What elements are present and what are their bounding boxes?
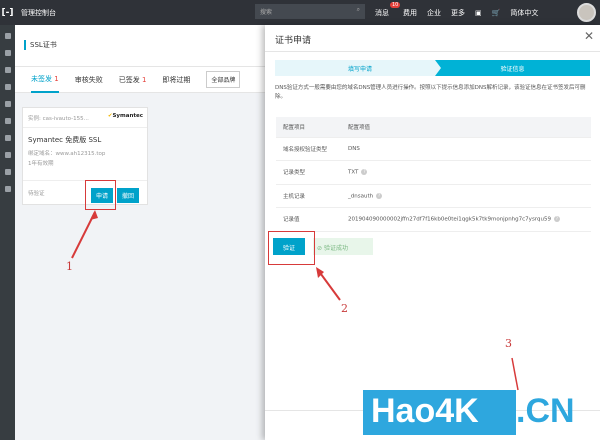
config-value: _dnsauth: [348, 193, 374, 199]
page-header: SSL证书: [15, 25, 265, 67]
search-icon[interactable]: ⌕: [357, 6, 360, 14]
database-icon[interactable]: [4, 169, 11, 175]
instance-id: 实例: cas-ivauto-155...: [28, 116, 89, 122]
config-key: 记录值: [276, 207, 341, 232]
config-key: 记录类型: [276, 160, 341, 185]
cart-icon[interactable]: 🛒: [492, 9, 501, 17]
column-header: 配置项目: [276, 117, 341, 138]
globe-icon[interactable]: [4, 152, 11, 158]
annotation-box-1: [85, 180, 116, 210]
circle-icon[interactable]: [4, 186, 11, 192]
grid-icon[interactable]: [4, 33, 11, 39]
cloud-icon[interactable]: [4, 84, 11, 90]
table-row: 记录值 201904090000002jffn27df7f16kb0e0tei1q…: [276, 207, 591, 232]
tab-expiring[interactable]: 即将过期: [162, 75, 190, 85]
table-row: 域名授权验证类型 DNS: [276, 137, 591, 161]
nav-enterprise[interactable]: 企业: [427, 8, 441, 18]
sidebar: [0, 25, 15, 440]
nav-more[interactable]: 更多: [451, 8, 465, 18]
symantec-logo: ✔Symantec: [107, 113, 143, 119]
tab-label: 已签发: [118, 75, 140, 84]
verify-success-message: ⊘ 验证成功: [313, 238, 373, 255]
tab-failed[interactable]: 审核失败: [75, 75, 103, 85]
config-key: 主机记录: [276, 184, 341, 208]
annotation-label-2: 2: [341, 302, 348, 315]
console-title[interactable]: 管理控制台: [21, 8, 56, 18]
search-input[interactable]: 搜索 ⌕: [255, 4, 365, 19]
annotation-box-2: [268, 231, 315, 265]
check-circle-icon: ⊘: [317, 245, 323, 252]
terminal-icon[interactable]: ▣: [475, 9, 482, 17]
annotation-label-1: 1: [66, 260, 73, 273]
panel-title: 证书申请: [275, 36, 312, 46]
config-value[interactable]: 201904090000002jffn27df7f16kb0e0tei1qgk5…: [348, 217, 551, 223]
tab-issued[interactable]: 已签发 1: [119, 75, 147, 85]
table-row: 记录类型 TXT?: [276, 160, 591, 185]
status-tabs: 未签发 1 审核失败 已签发 1 即将过期 全部品牌: [15, 67, 265, 93]
tab-count: 1: [54, 74, 59, 83]
help-icon[interactable]: ?: [376, 192, 383, 199]
step-fill-application: 填写申请: [275, 60, 445, 76]
dns-description: DNS验证方式一般需要由您的域名DNS管理人员进行操作。按照以下提示信息添加DN…: [275, 85, 586, 100]
config-value: TXT: [348, 169, 359, 176]
tag-icon[interactable]: [4, 67, 11, 73]
nav-billing[interactable]: 费用: [403, 8, 417, 18]
page-title: SSL证书: [24, 40, 57, 50]
withdraw-button[interactable]: 撤回: [117, 188, 139, 203]
share-icon[interactable]: [4, 118, 11, 124]
server-icon[interactable]: [4, 101, 11, 107]
validity: 1年有效期: [28, 161, 54, 167]
tab-count: 1: [141, 75, 147, 84]
table-row: 主机记录 _dnsauth?: [276, 184, 591, 208]
logo-icon[interactable]: [-]: [0, 8, 15, 18]
brand-filter-select[interactable]: 全部品牌: [206, 71, 241, 88]
watermark-logo: Hao4K: [363, 390, 516, 435]
tab-unissued[interactable]: 未签发 1: [31, 67, 59, 93]
annotation-label-3: 3: [505, 337, 512, 350]
step-verify-info: 验证信息: [435, 60, 590, 76]
certificate-title: Symantec 免费版 SSL: [28, 136, 102, 144]
top-bar: [-] 管理控制台 搜索 ⌕ 消息 费用 企业 更多 ▣ 🛒 简体中文 10: [0, 0, 600, 25]
certificate-apply-panel: 证书申请 ✕ 填写申请 验证信息 DNS验证方式一般需要由您的域名DNS管理人员…: [265, 25, 600, 440]
menu-icon[interactable]: [4, 50, 11, 56]
nav-messages[interactable]: 消息: [375, 8, 389, 18]
bound-domain: 绑定域名：www.ah12315.top: [28, 151, 106, 157]
avatar[interactable]: [577, 3, 596, 22]
search-placeholder: 搜索: [260, 9, 273, 16]
tab-label: 未签发: [31, 74, 52, 83]
help-icon[interactable]: ?: [553, 216, 560, 222]
network-icon[interactable]: [4, 135, 11, 141]
column-header: 配置项值: [341, 117, 591, 138]
config-value: DNS: [341, 137, 591, 161]
help-icon[interactable]: ?: [361, 169, 368, 175]
close-icon[interactable]: ✕: [584, 29, 594, 43]
nav-language[interactable]: 简体中文: [510, 8, 538, 18]
watermark-suffix: .CN: [516, 392, 575, 430]
status-label: 待验证: [28, 191, 45, 197]
config-key: 域名授权验证类型: [276, 137, 341, 161]
message-badge: 10: [390, 2, 401, 8]
dns-config-table: 配置项目 配置项值 域名授权验证类型 DNS 记录类型 TXT? 主机记录 _dnsau…: [276, 117, 591, 232]
